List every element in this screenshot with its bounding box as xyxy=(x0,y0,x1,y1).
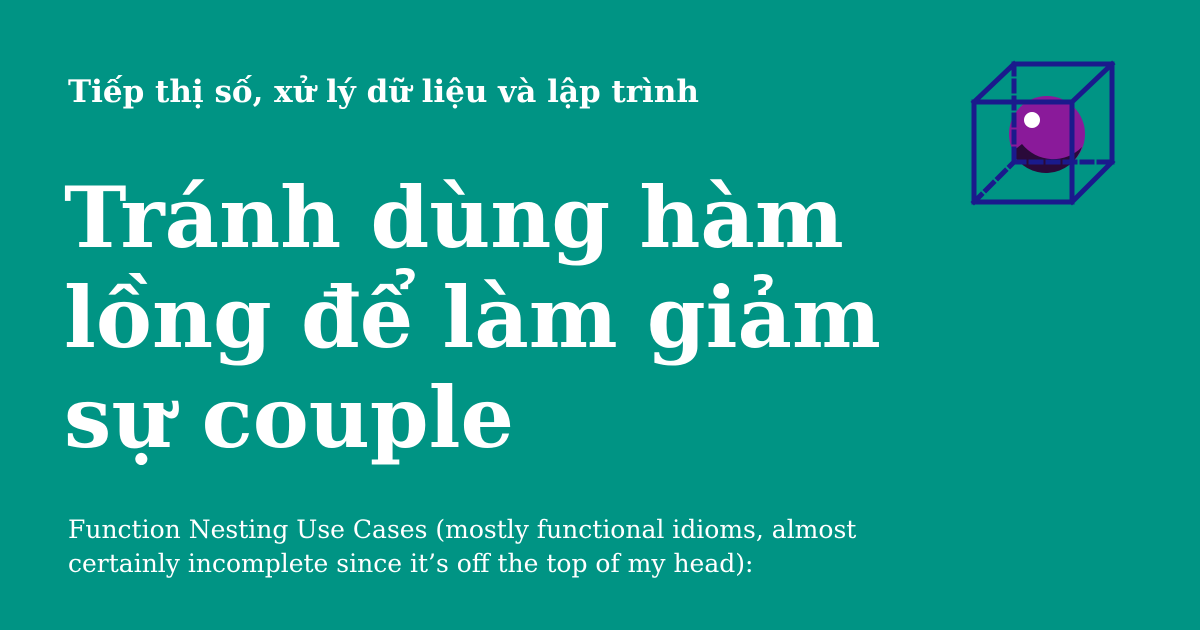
social-card: Tiếp thị số, xử lý dữ liệu và lập trình … xyxy=(0,0,1200,630)
category-label: Tiếp thị số, xử lý dữ liệu và lập trình xyxy=(68,74,699,110)
cube-with-sphere-icon xyxy=(970,60,1116,206)
post-title: Tránh dùng hàm lồng để làm giảm sự coupl… xyxy=(64,168,881,467)
sphere-highlight xyxy=(1024,112,1040,128)
post-excerpt: Function Nesting Use Cases (mostly funct… xyxy=(68,515,857,578)
